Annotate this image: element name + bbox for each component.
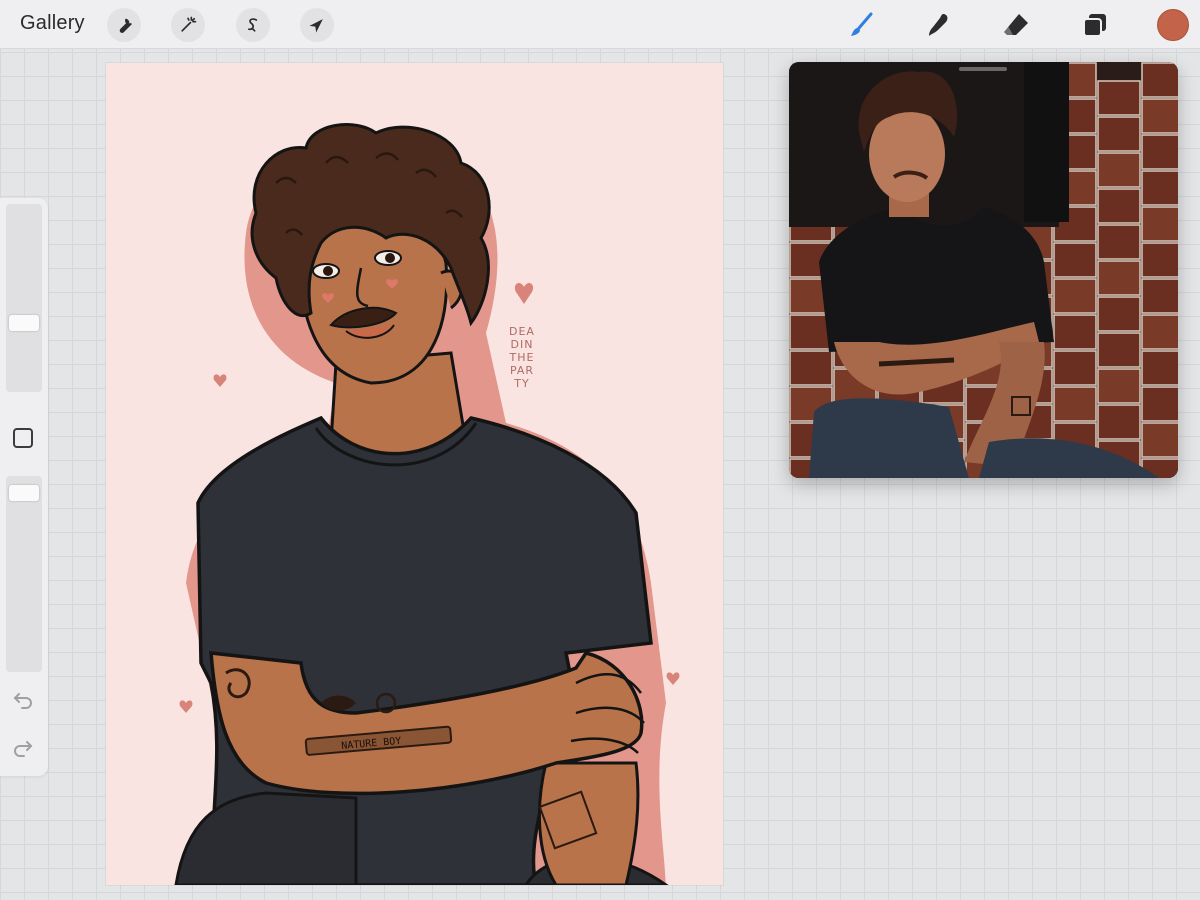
layers-icon[interactable] bbox=[1078, 8, 1112, 42]
wall-tile bbox=[1141, 62, 1178, 98]
wall-tile bbox=[1097, 116, 1141, 152]
wall-tile bbox=[1141, 386, 1178, 422]
brush-icon[interactable] bbox=[845, 8, 879, 42]
left-pupil bbox=[323, 266, 333, 276]
wall-tile bbox=[1097, 368, 1141, 404]
floating-heart bbox=[179, 700, 193, 713]
signature-line: DIN bbox=[510, 338, 534, 351]
signature-line: PAR bbox=[509, 364, 535, 377]
redo-icon[interactable] bbox=[12, 736, 34, 758]
top-toolbar: Gallery bbox=[0, 0, 1200, 49]
wall-tile bbox=[1053, 278, 1097, 314]
floating-heart bbox=[213, 374, 227, 387]
magic-wand-icon[interactable] bbox=[171, 8, 205, 42]
wall-tile bbox=[1141, 206, 1178, 242]
floating-heart bbox=[514, 282, 534, 304]
gallery-button[interactable]: Gallery bbox=[20, 12, 85, 35]
wall-tile bbox=[1053, 386, 1097, 422]
wall-tile bbox=[1141, 170, 1178, 206]
left-sidebar bbox=[0, 198, 48, 776]
wall-tile bbox=[1053, 242, 1097, 278]
wall-tile bbox=[1141, 422, 1178, 458]
eraser-icon[interactable] bbox=[999, 8, 1033, 42]
wall-tile bbox=[1141, 278, 1178, 314]
wall-tile bbox=[1097, 188, 1141, 224]
wall-tile bbox=[1141, 134, 1178, 170]
opacity-thumb[interactable] bbox=[9, 485, 39, 501]
wall-tile bbox=[1141, 98, 1178, 134]
portrait-illustration: NATURE BOY bbox=[174, 123, 680, 885]
undo-icon[interactable] bbox=[12, 688, 34, 710]
reference-photo bbox=[789, 62, 1178, 478]
wall-tile bbox=[1097, 224, 1141, 260]
brush-size-thumb[interactable] bbox=[9, 315, 39, 331]
right-forearm bbox=[537, 761, 640, 885]
wall-tile bbox=[1097, 296, 1141, 332]
reference-drag-handle[interactable] bbox=[959, 67, 1007, 71]
door-frame bbox=[1024, 62, 1069, 222]
selection-icon[interactable] bbox=[236, 8, 270, 42]
signature-line: DEA bbox=[509, 325, 535, 338]
color-swatch-button[interactable] bbox=[1157, 9, 1189, 41]
wall-tile bbox=[1141, 350, 1178, 386]
drawing-canvas[interactable]: NATURE BOY DEA DIN THE PAR TY bbox=[106, 63, 723, 885]
opacity-slider[interactable] bbox=[6, 476, 42, 672]
reference-window[interactable] bbox=[789, 62, 1178, 478]
signature-line: TY bbox=[514, 377, 530, 390]
pants-left bbox=[174, 791, 358, 885]
right-pupil bbox=[385, 253, 395, 263]
wall-tile bbox=[1097, 260, 1141, 296]
wall-tile bbox=[1141, 242, 1178, 278]
wall-tile bbox=[789, 350, 833, 386]
wall-tile bbox=[1097, 152, 1141, 188]
wall-tile bbox=[1053, 314, 1097, 350]
wall-tile bbox=[1097, 80, 1141, 116]
wall-tile bbox=[1097, 404, 1141, 440]
brush-size-slider[interactable] bbox=[6, 204, 42, 392]
ref-jeans bbox=[809, 398, 969, 478]
floating-heart bbox=[666, 672, 680, 685]
signature-line: THE bbox=[509, 351, 535, 364]
smudge-icon[interactable] bbox=[921, 8, 955, 42]
modify-button[interactable] bbox=[13, 428, 33, 448]
artist-signature: DEA DIN THE PAR TY bbox=[502, 325, 542, 390]
wall-tile bbox=[1097, 332, 1141, 368]
wrench-icon[interactable] bbox=[107, 8, 141, 42]
arrow-icon[interactable] bbox=[300, 8, 334, 42]
wall-tile bbox=[1053, 350, 1097, 386]
wall-tile bbox=[1141, 314, 1178, 350]
